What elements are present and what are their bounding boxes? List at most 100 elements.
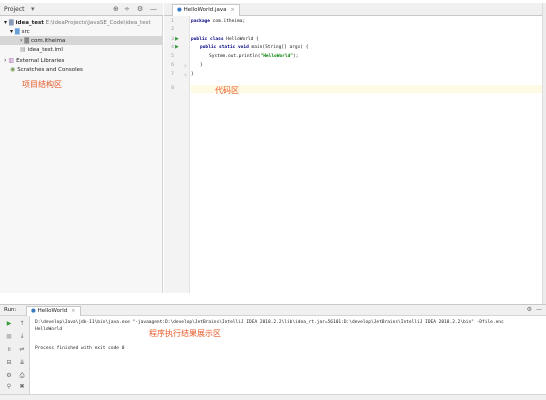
- soft-wrap-icon[interactable]: ⇌: [17, 345, 27, 355]
- chevron-down-icon[interactable]: ▾: [31, 5, 35, 13]
- scroll-to-end-icon[interactable]: ⇊: [17, 358, 27, 368]
- line-number: 4: [171, 45, 174, 50]
- console-line: HelloWorld: [35, 327, 63, 332]
- hide-icon[interactable]: —: [150, 5, 157, 13]
- locate-icon[interactable]: ⊕: [113, 5, 119, 13]
- fold-icon[interactable]: ◇: [184, 72, 187, 77]
- chevron-right-icon: ›: [20, 37, 23, 44]
- tree-item-src[interactable]: ▾ ▇ src: [0, 27, 163, 36]
- pause-icon[interactable]: ॥: [4, 345, 14, 355]
- tree-item-label: com.itheima: [31, 38, 66, 44]
- tree-item-external-libraries[interactable]: › ▥ External Libraries: [0, 56, 163, 65]
- code-keyword: package: [191, 19, 210, 24]
- code-text: System.out.println(: [209, 54, 261, 59]
- code-keyword: void: [237, 45, 249, 50]
- code-text: }: [191, 72, 194, 77]
- code-keyword: public: [200, 45, 217, 50]
- line-number: 1: [171, 19, 174, 24]
- line-number: 7: [171, 72, 174, 77]
- code-text: }: [200, 63, 203, 68]
- trash-icon[interactable]: ✖: [17, 382, 27, 392]
- gear-icon[interactable]: ⚙: [527, 306, 532, 313]
- tree-item-label: Scratches and Consoles: [17, 67, 83, 73]
- code-text: HelloWorld {: [223, 37, 259, 42]
- tree-item-label: idea_test: [15, 20, 44, 26]
- console-line: D:\develop\Java\jdk-11\bin\java.exe "-ja…: [35, 320, 504, 325]
- run-result-annotation: 程序执行结果展示区: [149, 329, 221, 338]
- code-keyword: class: [209, 37, 224, 42]
- tab-run-helloworld[interactable]: ● HelloWorld ×: [26, 306, 81, 316]
- code-line: System.out.println("HelloWorld");: [191, 53, 546, 61]
- scroll-down-icon[interactable]: ↓: [17, 332, 27, 342]
- code-line: }: [191, 62, 546, 70]
- code-line: public static void main(String[] args) {: [191, 44, 546, 52]
- fold-icon[interactable]: ◇: [184, 63, 187, 68]
- project-panel-header: Project ▾ ⊕ ÷ ⚙ —: [0, 3, 163, 16]
- print-icon[interactable]: ⎙: [17, 371, 27, 381]
- editor-tab-bar: ● HelloWorld.java ×: [164, 3, 546, 16]
- editor-gutter: 1 2 3 ▶ 4 ▶ 5 6 ◇ 7 ◇ 8: [164, 16, 190, 293]
- file-icon: ▤: [20, 46, 26, 53]
- hide-icon[interactable]: —: [536, 306, 542, 313]
- close-icon[interactable]: ×: [230, 7, 235, 13]
- tree-item-scratches[interactable]: ◉ Scratches and Consoles: [0, 65, 163, 74]
- java-class-icon: ●: [31, 308, 36, 314]
- tab-label: HelloWorld: [37, 308, 68, 314]
- status-bar: [0, 394, 546, 400]
- rerun-icon[interactable]: ▶: [4, 319, 14, 329]
- tab-label: HelloWorld.java: [183, 7, 227, 13]
- code-editor[interactable]: package com.itheima; public class HelloW…: [191, 16, 546, 293]
- line-number: 6: [171, 63, 174, 68]
- code-keyword: public: [191, 37, 208, 42]
- collapse-icon[interactable]: ÷: [124, 5, 130, 13]
- project-panel-title[interactable]: Project: [4, 6, 25, 13]
- package-icon: ▇: [24, 37, 30, 44]
- folder-icon: ▇: [9, 19, 14, 26]
- folder-icon: ▇: [15, 28, 20, 35]
- run-label: Run:: [4, 307, 17, 313]
- project-tree: ▾ ▇ idea_test E:\IdeaProjects\JavaSE_Code\…: [0, 16, 163, 293]
- code-keyword: static: [218, 45, 236, 50]
- project-structure-annotation: 项目结构区: [22, 80, 62, 89]
- tree-item-iml[interactable]: ▤ idea_test.iml: [0, 45, 163, 54]
- code-line: }: [191, 71, 546, 79]
- run-panel-header: Run: ● HelloWorld × ⚙ —: [0, 304, 546, 316]
- code-text: com.itheima;: [209, 19, 246, 24]
- run-toolbar: ▶ ↑ ■ ↓ ॥ ⇌ ⊟ ⇊ ⚙ ⎙ ⚲ ✖: [0, 316, 30, 394]
- run-class-icon[interactable]: ▶: [175, 36, 179, 42]
- chevron-down-icon: ▾: [4, 19, 8, 26]
- scratches-icon: ◉: [10, 66, 16, 73]
- settings-icon[interactable]: ⚙: [4, 371, 14, 381]
- chevron-right-icon: ›: [4, 57, 7, 64]
- tree-item-path: E:\IdeaProjects\JavaSE_Code\idea_test: [45, 20, 151, 26]
- library-icon: ▥: [8, 57, 15, 64]
- console-line: Process finished with exit code 0: [35, 346, 125, 351]
- tab-helloworld-java[interactable]: ● HelloWorld.java ×: [172, 4, 240, 16]
- close-icon[interactable]: ×: [71, 308, 76, 314]
- code-line: public class HelloWorld {: [191, 36, 546, 44]
- code-text: main(String[] args) {: [248, 45, 309, 50]
- scroll-up-icon[interactable]: ↑: [17, 319, 27, 329]
- tree-item-label: External Libraries: [16, 58, 65, 64]
- chevron-down-icon: ▾: [10, 28, 14, 35]
- tree-item-package[interactable]: › ▇ com.itheima: [0, 36, 163, 45]
- tree-item-label: src: [21, 29, 30, 35]
- line-number: 8: [171, 86, 174, 91]
- run-console[interactable]: D:\develop\Java\jdk-11\bin\java.exe "-ja…: [31, 316, 546, 394]
- dump-threads-icon[interactable]: ⊟: [4, 358, 14, 368]
- tree-item-idea-test[interactable]: ▾ ▇ idea_test E:\IdeaProjects\JavaSE_Code\…: [0, 18, 163, 27]
- code-text: );: [293, 54, 299, 59]
- stop-icon[interactable]: ■: [4, 332, 14, 342]
- line-number: 5: [171, 54, 174, 59]
- pin-icon[interactable]: ⚲: [4, 382, 14, 392]
- gear-icon[interactable]: ⚙: [137, 5, 143, 13]
- run-main-icon[interactable]: ▶: [175, 44, 179, 50]
- line-number: 2: [171, 27, 174, 32]
- code-area-annotation: 代码区: [215, 86, 239, 95]
- tree-item-label: idea_test.iml: [27, 47, 63, 53]
- line-number: 3: [171, 37, 174, 42]
- code-string: "HelloWorld": [260, 54, 293, 59]
- java-class-icon: ●: [177, 7, 182, 13]
- current-line-highlight: [191, 85, 546, 93]
- code-line: package com.itheima;: [191, 18, 546, 26]
